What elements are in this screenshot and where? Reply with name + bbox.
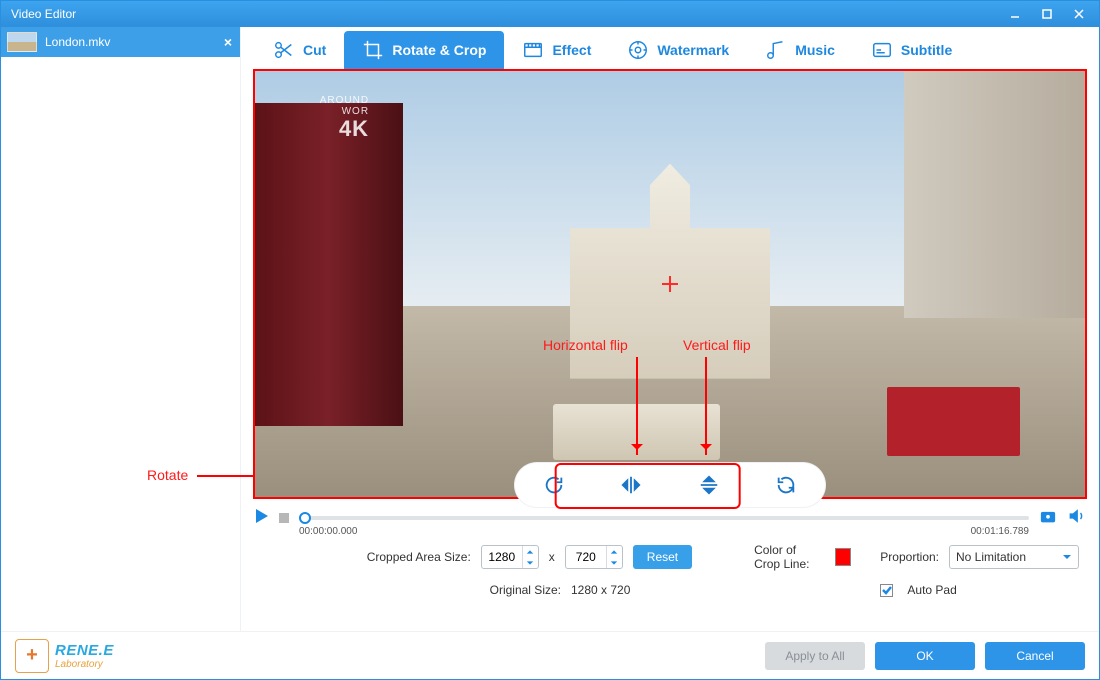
- volume-button[interactable]: [1067, 507, 1085, 530]
- tab-subtitle[interactable]: Subtitle: [853, 31, 970, 69]
- apply-all-button[interactable]: Apply to All: [765, 642, 865, 670]
- crop-color-label: Color of Crop Line:: [754, 543, 824, 571]
- reset-crop-button[interactable]: Reset: [633, 545, 692, 569]
- flip-vertical-button[interactable]: [692, 468, 726, 502]
- rotate-tooltray: [515, 463, 825, 507]
- tab-effect[interactable]: Effect: [504, 31, 609, 69]
- time-current: 00:00:00.000: [299, 526, 357, 537]
- crop-width-input[interactable]: [481, 545, 539, 569]
- scissors-icon: [273, 39, 295, 61]
- play-button[interactable]: [255, 509, 269, 528]
- chevron-down-icon: [1062, 552, 1072, 562]
- original-size-value: 1280 x 720: [571, 583, 630, 597]
- cancel-button[interactable]: Cancel: [985, 642, 1085, 670]
- crop-center-icon: [662, 276, 678, 292]
- brand-logo: RENE.E Laboratory: [15, 639, 114, 673]
- spin-down-icon[interactable]: [607, 557, 622, 568]
- crop-controls: Cropped Area Size: x Reset Color of Cro: [241, 533, 1099, 605]
- flip-horizontal-button[interactable]: [614, 468, 648, 502]
- autopad-checkbox[interactable]: [880, 584, 893, 597]
- file-close-icon[interactable]: ×: [224, 34, 232, 50]
- window-title: Video Editor: [11, 7, 999, 21]
- file-name: London.mkv: [45, 35, 110, 49]
- seek-track[interactable]: 00:00:00.000 00:01:16.789: [299, 516, 1029, 520]
- file-tab[interactable]: London.mkv ×: [1, 27, 240, 57]
- file-sidebar: London.mkv ×: [1, 27, 241, 631]
- watermark-icon: [627, 39, 649, 61]
- tab-watermark[interactable]: Watermark: [609, 31, 747, 69]
- annotation-vflip: Vertical flip: [683, 337, 751, 353]
- tab-music[interactable]: Music: [747, 31, 853, 69]
- video-preview[interactable]: AROUND WOR 4K Horizontal flip Vertical f…: [253, 69, 1087, 499]
- spin-up-icon[interactable]: [607, 546, 622, 557]
- proportion-select[interactable]: No Limitation: [949, 545, 1079, 569]
- spin-up-icon[interactable]: [523, 546, 538, 557]
- reset-rotation-button[interactable]: [769, 468, 803, 502]
- file-thumbnail: [7, 32, 37, 52]
- crop-color-swatch[interactable]: [835, 548, 851, 566]
- footer: RENE.E Laboratory Apply to All OK Cancel: [1, 631, 1099, 679]
- spin-down-icon[interactable]: [523, 557, 538, 568]
- crop-height-input[interactable]: [565, 545, 623, 569]
- ok-button[interactable]: OK: [875, 642, 975, 670]
- tab-cut[interactable]: Cut: [255, 31, 344, 69]
- playback-bar: 00:00:00.000 00:01:16.789: [241, 503, 1099, 533]
- cropped-size-label: Cropped Area Size:: [261, 550, 471, 564]
- rotate-cw-button[interactable]: [537, 468, 571, 502]
- subtitle-icon: [871, 39, 893, 61]
- music-icon: [765, 39, 787, 61]
- crop-icon: [362, 39, 384, 61]
- tab-rotate-crop[interactable]: Rotate & Crop: [344, 31, 504, 69]
- annotation-vflip-arrow: [705, 357, 707, 455]
- effect-icon: [522, 39, 544, 61]
- close-button[interactable]: [1063, 4, 1095, 24]
- time-total: 00:01:16.789: [971, 526, 1029, 537]
- annotation-hflip-arrow: [636, 357, 638, 455]
- stop-button[interactable]: [279, 513, 289, 523]
- editor-tabs: Cut Rotate & Crop Effect Watermark Music: [241, 27, 1099, 69]
- seek-thumb[interactable]: [299, 512, 311, 524]
- proportion-label: Proportion:: [880, 550, 939, 564]
- autopad-label: Auto Pad: [907, 583, 956, 597]
- minimize-button[interactable]: [999, 4, 1031, 24]
- original-size-label: Original Size:: [261, 583, 561, 597]
- titlebar: Video Editor: [1, 1, 1099, 27]
- maximize-button[interactable]: [1031, 4, 1063, 24]
- medkit-icon: [15, 639, 49, 673]
- snapshot-button[interactable]: [1039, 507, 1057, 530]
- annotation-rotate: Rotate: [147, 467, 188, 483]
- annotation-hflip: Horizontal flip: [543, 337, 628, 353]
